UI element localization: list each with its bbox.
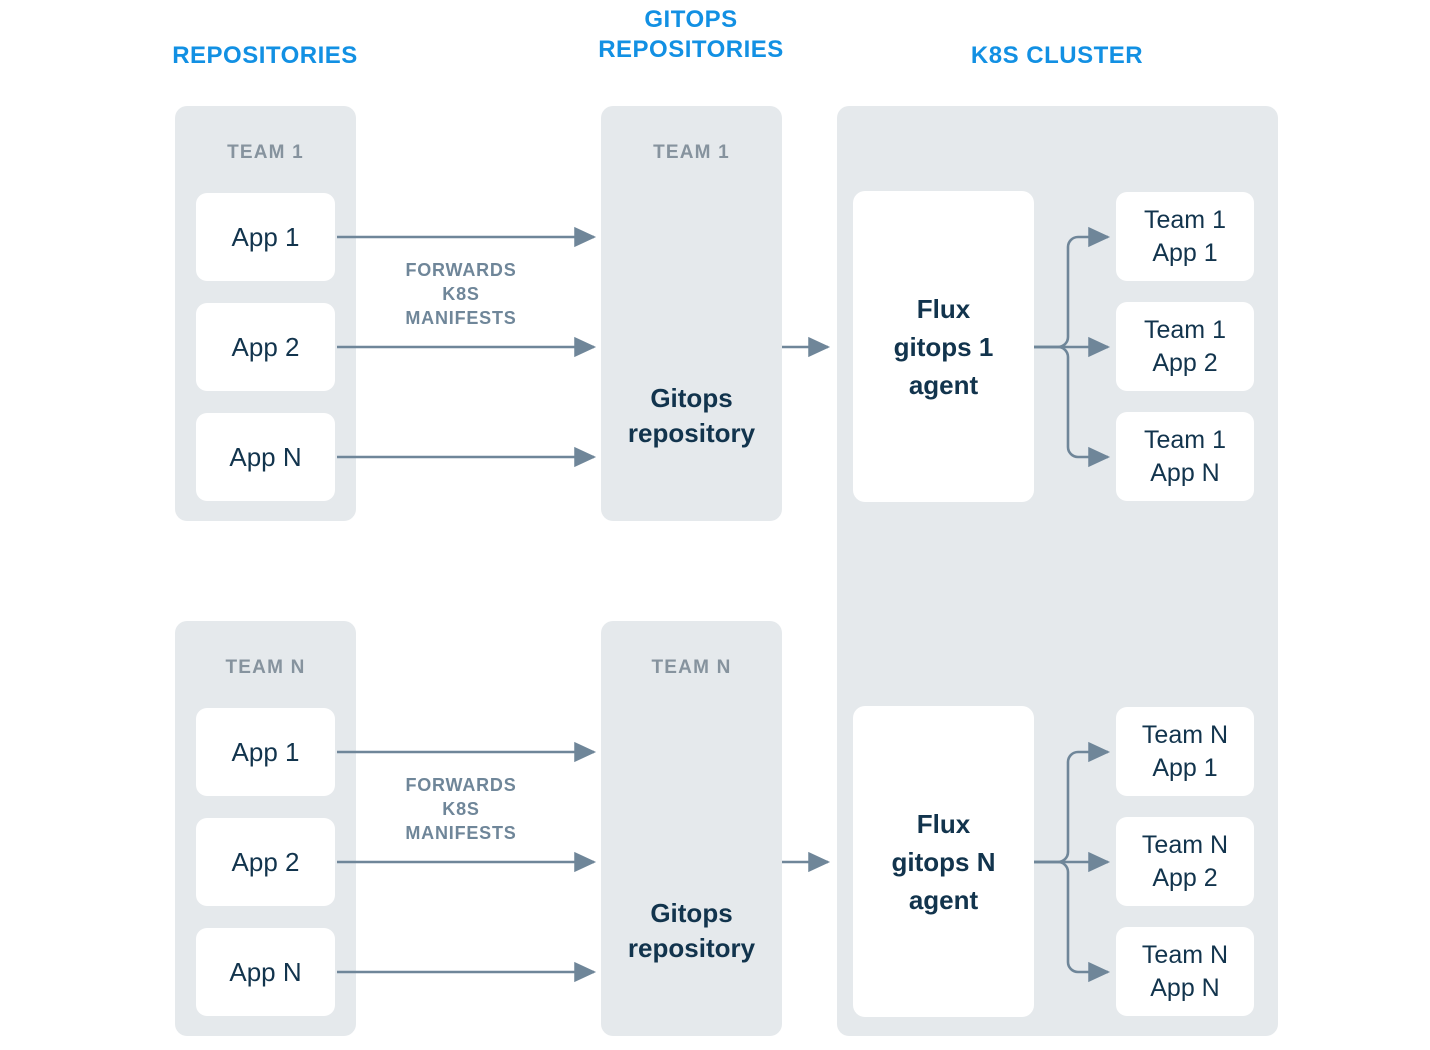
diagram-canvas: REPOSITORIES GITOPS REPOSITORIES K8S CLU…: [0, 0, 1430, 1050]
arrow-fluxn-to-teamn-app1: [1034, 741, 1111, 864]
connector-layer: [337, 226, 1111, 983]
arrow-flux1-to-team1-app1: [1034, 226, 1111, 349]
arrow-fluxn-to-teamn-appn: [1034, 860, 1111, 983]
arrow-flux1-to-team1-appn: [1034, 345, 1111, 468]
